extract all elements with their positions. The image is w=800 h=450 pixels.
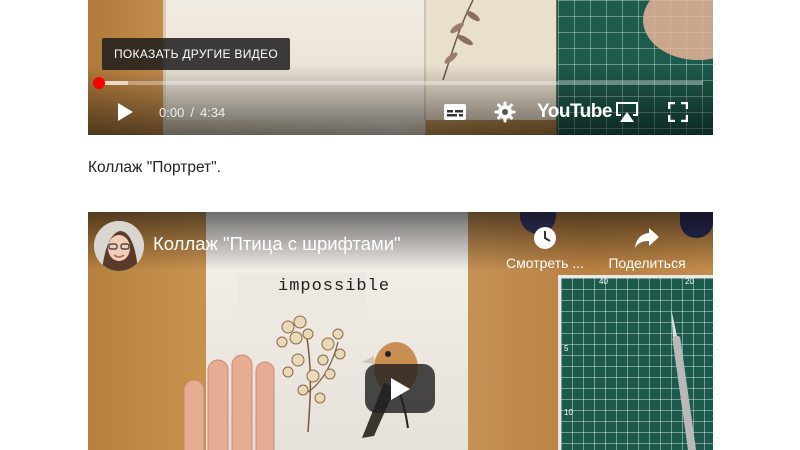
video-frame-hand	[183, 354, 275, 450]
clock-icon	[534, 227, 556, 249]
fullscreen-button[interactable]	[663, 97, 693, 127]
video-player-bird[interactable]: impossible 40 20 5 10 Коллаж "Птица с шр…	[88, 212, 713, 450]
settings-button[interactable]	[490, 97, 520, 127]
time-separator: /	[190, 104, 194, 120]
avatar-image	[94, 221, 144, 271]
mat-number: 40	[599, 277, 608, 286]
mat-number: 20	[685, 277, 694, 286]
time-current: 0:00	[159, 104, 185, 120]
time-total: 4:34	[199, 104, 226, 120]
play-icon	[391, 377, 410, 400]
mat-number: 10	[564, 408, 573, 417]
video-frame-word: impossible	[278, 277, 391, 296]
time-display: 0:00 / 4:34	[156, 97, 228, 127]
video-title[interactable]: Коллаж "Птица с шрифтами"	[153, 233, 401, 255]
progress-scrubber[interactable]	[93, 77, 105, 89]
video-frame-craft-knife	[671, 308, 697, 450]
play-button[interactable]	[110, 97, 140, 127]
fullscreen-icon	[668, 102, 688, 122]
share-label: Поделиться	[608, 255, 686, 271]
airplay-button[interactable]	[612, 97, 642, 127]
play-icon	[118, 103, 133, 121]
subtitles-icon	[444, 104, 466, 120]
big-play-button[interactable]	[365, 364, 435, 413]
youtube-logo[interactable]: YouTube	[537, 97, 612, 127]
more-videos-button[interactable]: ПОКАЗАТЬ ДРУГИЕ ВИДЕО	[102, 38, 291, 70]
watch-later-label: Смотреть ...	[506, 255, 584, 271]
share-button[interactable]: Поделиться	[602, 226, 692, 271]
avatar[interactable]	[94, 221, 144, 271]
airplay-icon	[616, 102, 638, 122]
share-icon	[635, 228, 659, 248]
settings-icon	[494, 101, 516, 123]
video-caption: Коллаж "Портрет".	[88, 159, 221, 176]
watch-later-button[interactable]: Смотреть ...	[500, 226, 590, 271]
mat-number: 5	[564, 344, 569, 353]
progress-bar[interactable]	[98, 81, 703, 85]
video-player-portrait[interactable]: ПОКАЗАТЬ ДРУГИЕ ВИДЕО 0:00 / 4:34 YouTub…	[88, 0, 713, 135]
subtitles-button[interactable]	[440, 97, 470, 127]
